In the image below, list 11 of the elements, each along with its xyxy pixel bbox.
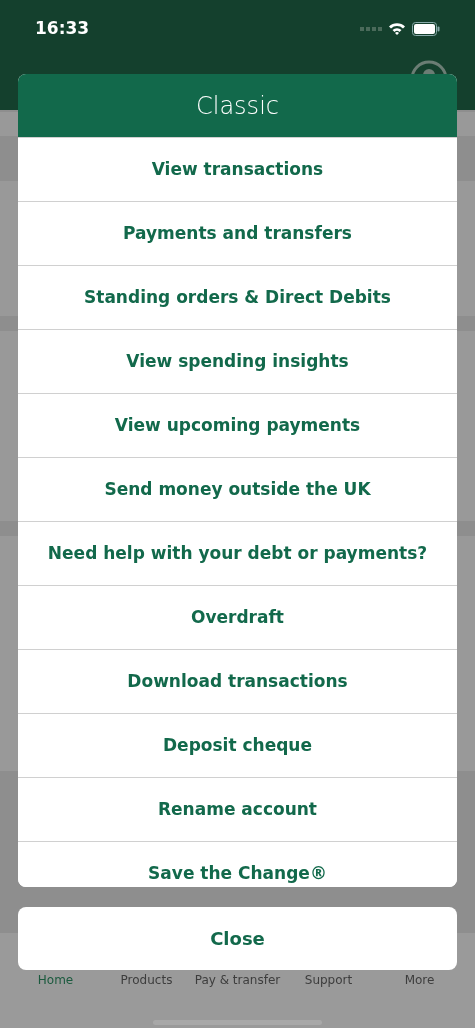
sheet-title: Classic <box>18 74 457 137</box>
battery-icon <box>412 21 440 36</box>
wifi-icon <box>388 22 406 36</box>
close-button[interactable]: Close <box>18 907 457 970</box>
tab-label[interactable]: More <box>374 971 465 989</box>
tab-label[interactable]: Pay & transfer <box>192 971 283 989</box>
signal-icon <box>360 25 382 32</box>
tab-label[interactable]: Products <box>101 971 192 989</box>
menu-item[interactable]: Save the Change® <box>18 841 457 887</box>
status-time: 16:33 <box>35 17 90 40</box>
tab-label[interactable]: Support <box>283 971 374 989</box>
